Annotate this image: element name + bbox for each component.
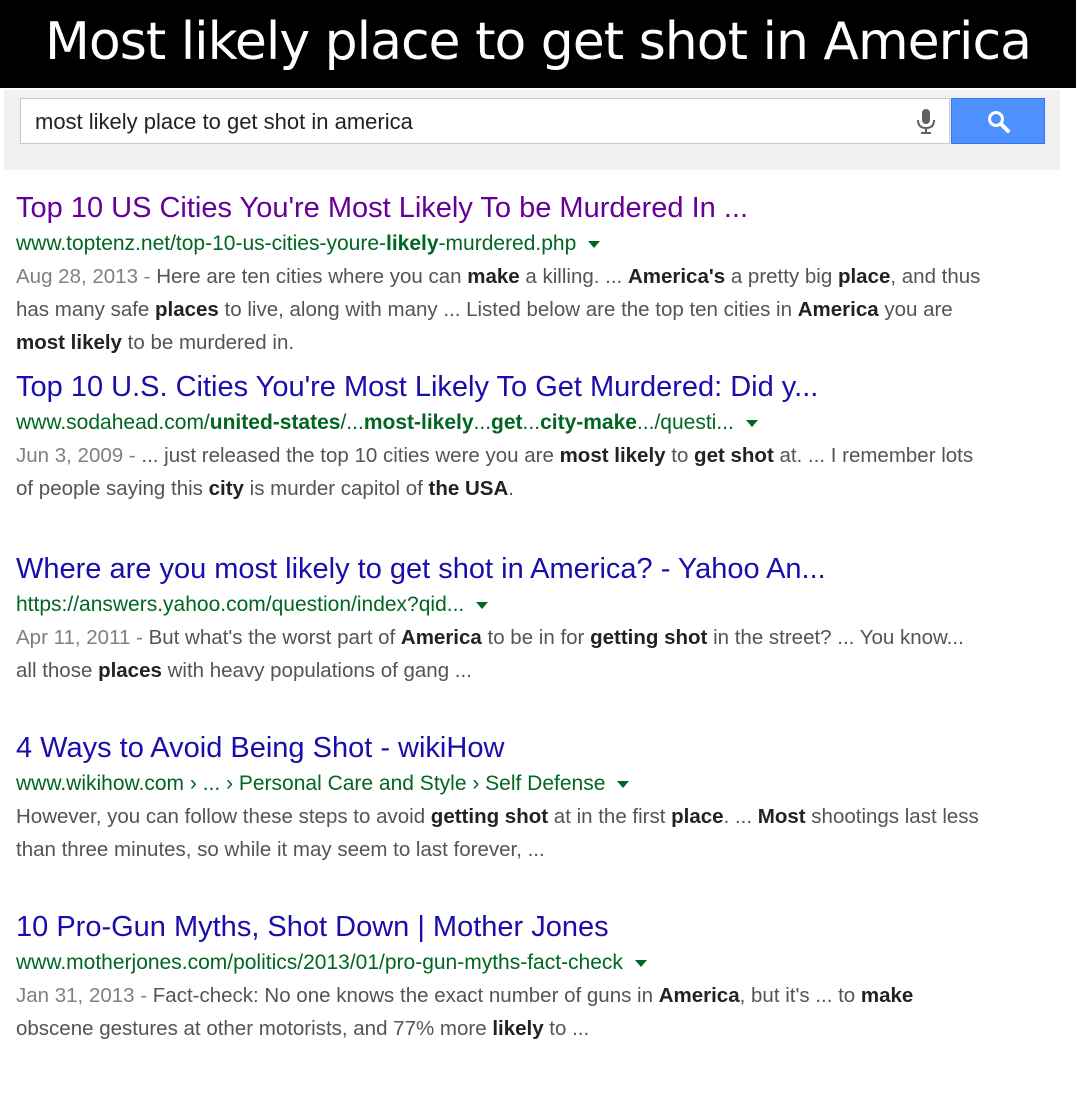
result-url[interactable]: www.toptenz.net/top-10-us-cities-youre-l…	[16, 230, 1016, 258]
search-result: Where are you most likely to get shot in…	[16, 547, 1016, 726]
banner-title: Most likely place to get shot in America	[45, 12, 1032, 72]
search-bar-area	[4, 90, 1060, 170]
result-url[interactable]: https://answers.yahoo.com/question/index…	[16, 591, 1016, 619]
result-snippet: Apr 11, 2011 - But what's the worst part…	[16, 626, 964, 682]
meme-banner: Most likely place to get shot in America	[0, 0, 1076, 88]
microphone-icon[interactable]	[911, 106, 941, 136]
result-url[interactable]: www.sodahead.com/united-states/...most-l…	[16, 409, 1016, 437]
search-results: Top 10 US Cities You're Most Likely To b…	[16, 186, 1016, 1084]
result-date: Jun 3, 2009 -	[16, 444, 142, 467]
result-snippet: However, you can follow these steps to a…	[16, 805, 979, 861]
search-button[interactable]	[951, 98, 1045, 144]
result-date: Apr 11, 2011 -	[16, 626, 149, 649]
chevron-down-icon[interactable]	[588, 240, 601, 248]
result-snippet: Jan 31, 2013 - Fact-check: No one knows …	[16, 984, 914, 1040]
result-title-link[interactable]: Where are you most likely to get shot in…	[16, 547, 976, 591]
search-input[interactable]	[35, 109, 885, 135]
search-result: Top 10 US Cities You're Most Likely To b…	[16, 186, 1016, 365]
result-date: Aug 28, 2013 -	[16, 265, 157, 288]
result-snippet: Jun 3, 2009 - ... just released the top …	[16, 444, 974, 500]
result-snippet: Aug 28, 2013 - Here are ten cities where…	[16, 265, 981, 354]
chevron-down-icon[interactable]	[745, 419, 758, 427]
chevron-down-icon[interactable]	[634, 959, 647, 967]
result-date: Jan 31, 2013 -	[16, 984, 153, 1007]
search-icon	[988, 111, 1010, 133]
result-title-link[interactable]: 10 Pro-Gun Myths, Shot Down | Mother Jon…	[16, 905, 976, 949]
search-result: 10 Pro-Gun Myths, Shot Down | Mother Jon…	[16, 905, 1016, 1084]
result-title-link[interactable]: Top 10 US Cities You're Most Likely To b…	[16, 186, 976, 230]
chevron-down-icon[interactable]	[476, 601, 489, 609]
result-url[interactable]: www.motherjones.com/politics/2013/01/pro…	[16, 949, 1016, 977]
search-box[interactable]	[20, 98, 950, 144]
result-title-link[interactable]: Top 10 U.S. Cities You're Most Likely To…	[16, 365, 976, 409]
chevron-down-icon[interactable]	[617, 780, 630, 788]
result-url[interactable]: www.wikihow.com › ... › Personal Care an…	[16, 770, 1016, 798]
search-result: Top 10 U.S. Cities You're Most Likely To…	[16, 365, 1016, 547]
search-result: 4 Ways to Avoid Being Shot - wikiHow www…	[16, 726, 1016, 905]
result-title-link[interactable]: 4 Ways to Avoid Being Shot - wikiHow	[16, 726, 976, 770]
